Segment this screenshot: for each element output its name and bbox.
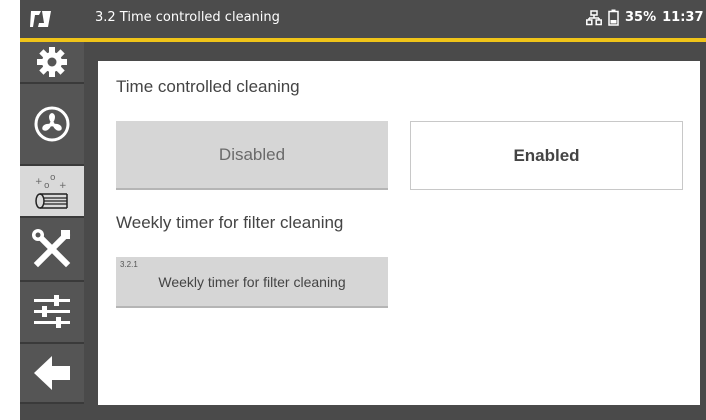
sidebar-item-filter-cleaning[interactable]: + o o + bbox=[20, 166, 84, 218]
svg-text:+: + bbox=[59, 181, 67, 191]
network-icon bbox=[586, 9, 602, 25]
weekly-timer-label: Weekly timer for filter cleaning bbox=[158, 273, 346, 290]
status-area: 35% 11:37 bbox=[586, 9, 704, 26]
battery-level: 35% bbox=[625, 10, 657, 25]
sidebar-item-fan[interactable] bbox=[20, 84, 84, 166]
sliders-icon bbox=[34, 295, 70, 328]
clock-time: 11:37 bbox=[662, 10, 704, 25]
sidebar-item-settings[interactable] bbox=[20, 42, 84, 84]
sidebar: + o o + bbox=[20, 42, 84, 420]
content-panel: Time controlled cleaning Disabled Enable… bbox=[98, 61, 700, 405]
battery-icon bbox=[608, 9, 619, 26]
menu-index: 3.2.1 bbox=[120, 260, 138, 269]
svg-text:+: + bbox=[35, 177, 43, 187]
timer-section-title: Weekly timer for filter cleaning bbox=[116, 213, 344, 232]
filter-cleaning-icon: + o o + bbox=[35, 173, 68, 209]
brand-logo-icon bbox=[30, 11, 51, 27]
top-bar: 3.2 Time controlled cleaning 35% 11:37 bbox=[20, 0, 706, 38]
sidebar-item-tools[interactable] bbox=[20, 218, 84, 282]
accent-stripe bbox=[20, 38, 706, 42]
weekly-timer-button[interactable]: 3.2.1 Weekly timer for filter cleaning bbox=[116, 257, 388, 308]
tools-icon bbox=[32, 229, 71, 268]
gear-icon bbox=[37, 47, 67, 77]
sidebar-item-parameters[interactable] bbox=[20, 282, 84, 344]
section-title: Time controlled cleaning bbox=[116, 77, 300, 96]
app-screen: 3.2 Time controlled cleaning 35% 11:37 +… bbox=[20, 0, 706, 420]
disabled-option-button[interactable]: Disabled bbox=[116, 121, 388, 190]
enabled-option-button[interactable]: Enabled bbox=[410, 121, 683, 190]
page-title: 3.2 Time controlled cleaning bbox=[95, 10, 280, 25]
sidebar-item-back[interactable] bbox=[20, 344, 84, 404]
back-arrow-icon bbox=[34, 356, 70, 390]
fan-icon bbox=[34, 106, 70, 142]
svg-text:o: o bbox=[50, 173, 56, 183]
